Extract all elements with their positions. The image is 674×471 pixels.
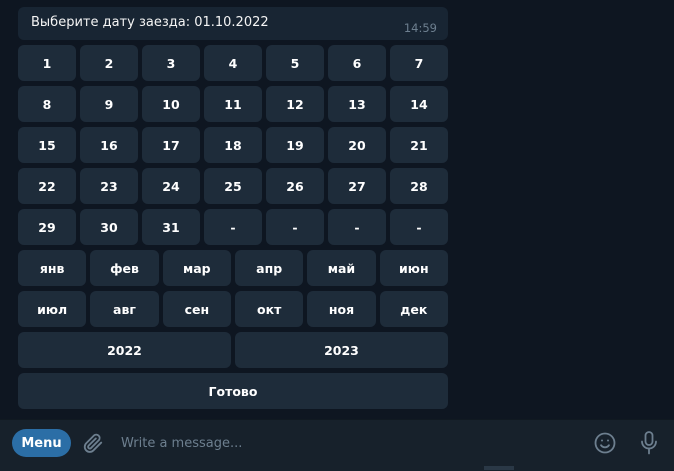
smile-icon[interactable]: [591, 429, 619, 457]
keyboard-row-months-1: янв фев мар апр май июн: [18, 250, 448, 286]
day-button[interactable]: 18: [204, 127, 262, 163]
day-button[interactable]: 31: [142, 209, 200, 245]
day-button[interactable]: 29: [18, 209, 76, 245]
day-button[interactable]: 21: [390, 127, 448, 163]
keyboard-row-days-1: 1 2 3 4 5 6 7: [18, 45, 448, 81]
month-button[interactable]: сен: [162, 291, 231, 327]
year-button[interactable]: 2023: [235, 332, 448, 368]
message-text: Выберите дату заезда: 01.10.2022: [31, 15, 269, 30]
placeholder-button[interactable]: -: [390, 209, 448, 245]
day-button[interactable]: 9: [80, 86, 138, 122]
keyboard-row-days-2: 8 9 10 11 12 13 14: [18, 86, 448, 122]
day-button[interactable]: 13: [328, 86, 386, 122]
month-button[interactable]: июл: [18, 291, 87, 327]
day-button[interactable]: 17: [142, 127, 200, 163]
keyboard-row-days-3: 15 16 17 18 19 20 21: [18, 127, 448, 163]
day-button[interactable]: 4: [204, 45, 262, 81]
keyboard-row-years: 2022 2023: [18, 332, 448, 368]
month-button[interactable]: янв: [18, 250, 87, 286]
month-button[interactable]: мар: [162, 250, 231, 286]
keyboard-row-done: Готово: [18, 373, 448, 409]
day-button[interactable]: 8: [18, 86, 76, 122]
day-button[interactable]: 22: [18, 168, 76, 204]
day-button[interactable]: 28: [390, 168, 448, 204]
month-button[interactable]: авг: [90, 291, 159, 327]
day-button[interactable]: 12: [266, 86, 324, 122]
placeholder-button[interactable]: -: [266, 209, 324, 245]
keyboard-row-months-2: июл авг сен окт ноя дек: [18, 291, 448, 327]
day-button[interactable]: 10: [142, 86, 200, 122]
bot-message: Выберите дату заезда: 01.10.2022 14:59: [18, 7, 448, 40]
day-button[interactable]: 26: [266, 168, 324, 204]
paperclip-icon[interactable]: [80, 430, 106, 456]
placeholder-button[interactable]: -: [204, 209, 262, 245]
keyboard-row-days-5: 29 30 31 - - - -: [18, 209, 448, 245]
month-button[interactable]: июн: [379, 250, 448, 286]
day-button[interactable]: 27: [328, 168, 386, 204]
done-button[interactable]: Готово: [18, 373, 448, 409]
month-button[interactable]: дек: [379, 291, 448, 327]
year-button[interactable]: 2022: [18, 332, 231, 368]
placeholder-button[interactable]: -: [328, 209, 386, 245]
day-button[interactable]: 5: [266, 45, 324, 81]
message-input[interactable]: [121, 431, 561, 455]
day-button[interactable]: 30: [80, 209, 138, 245]
day-button[interactable]: 2: [80, 45, 138, 81]
day-button[interactable]: 1: [18, 45, 76, 81]
day-button[interactable]: 19: [266, 127, 324, 163]
menu-button[interactable]: Menu: [12, 429, 71, 457]
day-button[interactable]: 14: [390, 86, 448, 122]
day-button[interactable]: 6: [328, 45, 386, 81]
day-button[interactable]: 23: [80, 168, 138, 204]
scroll-indicator: [484, 466, 514, 470]
chat-area: Выберите дату заезда: 01.10.2022 14:59 1…: [0, 0, 674, 418]
microphone-icon[interactable]: [637, 429, 661, 457]
day-button[interactable]: 11: [204, 86, 262, 122]
day-button[interactable]: 15: [18, 127, 76, 163]
message-input-bar: Menu: [0, 419, 674, 471]
month-button[interactable]: апр: [235, 250, 304, 286]
day-button[interactable]: 25: [204, 168, 262, 204]
month-button[interactable]: ноя: [307, 291, 376, 327]
day-button[interactable]: 16: [80, 127, 138, 163]
month-button[interactable]: май: [307, 250, 376, 286]
day-button[interactable]: 20: [328, 127, 386, 163]
month-button[interactable]: окт: [235, 291, 304, 327]
day-button[interactable]: 7: [390, 45, 448, 81]
month-button[interactable]: фев: [90, 250, 159, 286]
message-time: 14:59: [403, 21, 437, 35]
keyboard-row-days-4: 22 23 24 25 26 27 28: [18, 168, 448, 204]
day-button[interactable]: 24: [142, 168, 200, 204]
day-button[interactable]: 3: [142, 45, 200, 81]
